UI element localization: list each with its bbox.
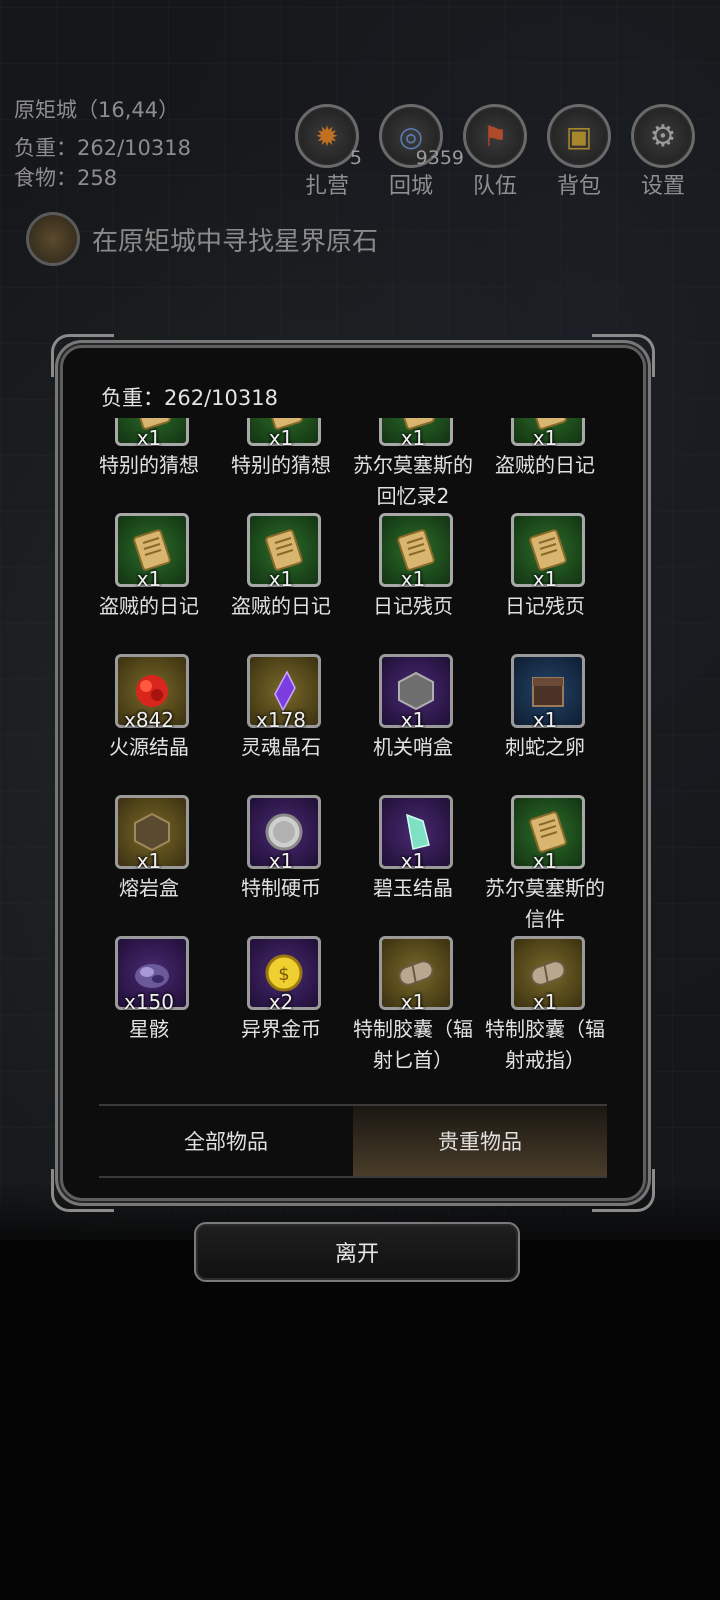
item-name: 机关哨盒 [373, 735, 453, 759]
item-name: 刺蛇之卵 [505, 735, 585, 759]
item-quantity: x1 [400, 708, 426, 732]
inventory-item[interactable]: x1 特别的猜想 [215, 418, 347, 503]
item-quantity: x1 [136, 849, 162, 873]
inventory-item[interactable]: x1 特别的猜想 [83, 418, 215, 503]
inventory-item[interactable]: x150 星骸 [83, 926, 215, 1067]
item-quantity: x1 [400, 849, 426, 873]
inventory-item[interactable]: x1 苏尔莫塞斯的回忆录2 [347, 418, 479, 508]
item-quantity: x1 [268, 426, 294, 450]
item-quantity: x2 [268, 990, 294, 1014]
inventory-dialog: 负重：262/10318 x1 特别的猜想 x1 特别的猜想 x1 苏尔莫塞斯的回忆录2 x… [51, 334, 655, 1212]
item-name: 星骸 [129, 1017, 169, 1041]
gear-icon: ⚙ [649, 118, 677, 154]
item-name: 异界金币 [241, 1017, 321, 1041]
return-city-button[interactable]: ◎ 9359 回城 [378, 104, 464, 200]
item-quantity: x178 [255, 708, 306, 732]
inventory-item[interactable]: x1 刺蛇之卵 [479, 644, 611, 785]
item-quantity: x1 [400, 567, 426, 591]
quest-banner[interactable]: 在原矩城中寻找星界原石 [26, 212, 378, 266]
inventory-item[interactable]: x1 熔岩盒 [83, 785, 215, 926]
settings-button[interactable]: ⚙ 设置 [630, 104, 696, 200]
item-quantity: x150 [123, 990, 174, 1014]
inventory-item[interactable]: x1 盗贼的日记 [479, 418, 611, 503]
item-name: 盗贼的日记 [495, 453, 595, 477]
item-quantity: x1 [268, 567, 294, 591]
inventory-item[interactable]: x1 苏尔莫塞斯的信件 [479, 785, 611, 931]
item-name: 日记残页 [373, 594, 453, 618]
inventory-item[interactable]: x1 日记残页 [347, 503, 479, 644]
item-name: 灵魂晶石 [241, 735, 321, 759]
item-quantity: x1 [532, 990, 558, 1014]
item-name: 特别的猜想 [231, 453, 331, 477]
item-name: 特别的猜想 [99, 453, 199, 477]
item-name: 盗贼的日记 [99, 594, 199, 618]
team-icon: ⚑ [482, 119, 508, 153]
item-name: 日记残页 [505, 594, 585, 618]
inventory-item[interactable]: x1 特制胶囊（辐射匕首） [347, 926, 479, 1072]
quest-text: 在原矩城中寻找星界原石 [92, 226, 379, 257]
item-quantity: x1 [532, 567, 558, 591]
item-name: 碧玉结晶 [373, 876, 453, 900]
item-quantity: x1 [400, 990, 426, 1014]
item-quantity: x1 [532, 708, 558, 732]
item-quantity: x1 [400, 426, 426, 450]
inventory-item[interactable]: x178 灵魂晶石 [215, 644, 347, 785]
inventory-tabs: 全部物品 贵重物品 [99, 1104, 607, 1178]
backpack-icon: ▣ [565, 119, 593, 153]
inventory-item[interactable]: x1 碧玉结晶 [347, 785, 479, 926]
inventory-item[interactable]: x1 日记残页 [479, 503, 611, 644]
inventory-item[interactable]: x1 盗贼的日记 [83, 503, 215, 644]
load-text: 负重：262/10318 [14, 136, 191, 160]
item-name: 火源结晶 [109, 735, 189, 759]
location-text: 原矩城（16,44） [14, 98, 180, 122]
item-grid: x1 特别的猜想 x1 特别的猜想 x1 苏尔莫塞斯的回忆录2 x1 盗贼的日记 x1 盗贼的日记… [83, 418, 623, 1072]
item-name: 熔岩盒 [119, 876, 179, 900]
inventory-item[interactable]: $ x2 异界金币 [215, 926, 347, 1067]
food-text: 食物：258 [14, 166, 118, 190]
item-quantity: x842 [123, 708, 174, 732]
campfire-icon: ✹ [315, 119, 339, 153]
item-grid-scroll[interactable]: x1 特别的猜想 x1 特别的猜想 x1 苏尔莫塞斯的回忆录2 x1 盗贼的日记 x1 盗贼的日记… [83, 418, 623, 1086]
camp-button[interactable]: ✹ 5 扎营 [294, 104, 362, 200]
leave-button[interactable]: 离开 [194, 1222, 520, 1282]
item-quantity: x1 [532, 849, 558, 873]
inventory-load: 负重：262/10318 [101, 386, 278, 410]
tab-all-items[interactable]: 全部物品 [99, 1106, 353, 1176]
team-button[interactable]: ⚑ 队伍 [462, 104, 528, 200]
item-quantity: x1 [136, 426, 162, 450]
item-name: 盗贼的日记 [231, 594, 331, 618]
backpack-button[interactable]: ▣ 背包 [546, 104, 612, 200]
item-name: 特制胶囊（辐射匕首） [353, 1017, 473, 1072]
inventory-item[interactable]: x1 机关哨盒 [347, 644, 479, 785]
inventory-item[interactable]: x1 特制硬币 [215, 785, 347, 926]
tab-valuable-items[interactable]: 贵重物品 [353, 1106, 607, 1176]
item-name: 特制硬币 [241, 876, 321, 900]
svg-text:$: $ [278, 964, 289, 985]
inventory-item[interactable]: x1 盗贼的日记 [215, 503, 347, 644]
quest-scroll-icon [26, 212, 80, 266]
inventory-item[interactable]: x842 火源结晶 [83, 644, 215, 785]
inventory-item[interactable]: x1 特制胶囊（辐射戒指） [479, 926, 611, 1072]
item-quantity: x1 [268, 849, 294, 873]
item-quantity: x1 [136, 567, 162, 591]
item-name: 特制胶囊（辐射戒指） [485, 1017, 605, 1072]
item-quantity: x1 [532, 426, 558, 450]
